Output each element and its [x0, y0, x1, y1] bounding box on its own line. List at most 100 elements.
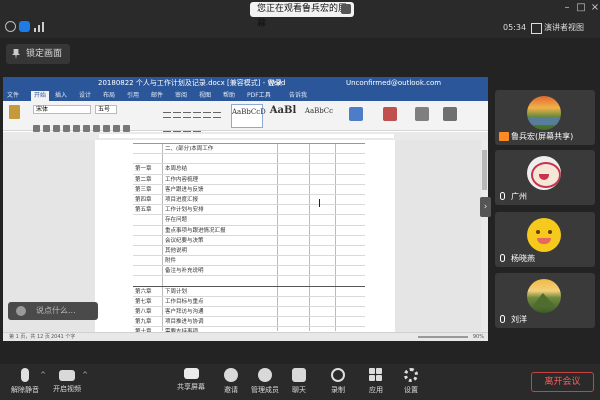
screen-share-badge[interactable]: 您正在观看鲁兵宏的屏幕 — [250, 2, 354, 29]
table-row[interactable]: 二、(部分)本周工作 — [133, 144, 365, 155]
table-row[interactable]: 第七章 工作目标与重点 — [133, 297, 365, 307]
word-title-bar: 20180822 个人与工作计划及记录.docx [兼容模式] - Word 登… — [3, 77, 488, 90]
shield-icon[interactable] — [19, 21, 30, 32]
bottom-toolbar: 解除静音 ^ 开启视频 ^ 共享屏幕 邀请 管理成员 聊天 录制 应用 设置 — [0, 364, 600, 400]
start-video-button[interactable]: 开启视频 ^ — [44, 368, 90, 398]
table-row[interactable]: 备注与补充说明 — [133, 266, 365, 277]
table-row[interactable] — [133, 276, 365, 287]
avatar — [527, 156, 561, 190]
participant-tile[interactable]: 刘洋 — [495, 273, 595, 328]
participant-name: 鲁兵宏(屏幕共享) — [511, 132, 574, 141]
word-tab[interactable]: 设计 — [79, 91, 91, 101]
table-row[interactable]: 第二章 工作内容梳理 — [133, 175, 365, 185]
style-heading2[interactable]: AaBbCc — [303, 104, 335, 128]
word-status-bar: 第 1 页，共 12 页 2041 个字 90% — [3, 332, 488, 341]
table-cell: 第四章 — [135, 196, 152, 203]
table-row[interactable]: 第三章 客户跟进与反馈 — [133, 185, 365, 195]
share-screen-icon — [183, 368, 199, 379]
mic-icon — [500, 192, 505, 200]
gear-icon — [404, 368, 418, 382]
paragraph-buttons[interactable] — [163, 105, 223, 137]
pin-view-button[interactable]: 锁定画面 — [6, 44, 71, 64]
signal-icon[interactable] — [34, 21, 46, 32]
collapse-sidebar-button[interactable]: › — [480, 197, 491, 217]
table-row[interactable]: 附件 — [133, 256, 365, 267]
table-row[interactable]: 重点事项与跟进情况汇报 — [133, 226, 365, 236]
word-ribbon: 宋体 五号 AaBbCcD AaBl AaBbCc — [3, 101, 488, 137]
word-tab[interactable]: 审阅 — [175, 91, 187, 101]
zoom-slider[interactable] — [418, 336, 468, 338]
word-scrollbar[interactable] — [481, 140, 488, 332]
table-cell: 备注与补充说明 — [165, 268, 204, 275]
table-cell: 第五章 — [135, 207, 152, 214]
table-row[interactable]: 第六章 下周计划 — [133, 287, 365, 297]
word-tab[interactable]: 插入 — [55, 91, 67, 101]
record-icon — [331, 368, 345, 382]
table-row[interactable] — [133, 154, 365, 165]
table-row[interactable]: 存在问题 — [133, 215, 365, 226]
format-buttons[interactable] — [33, 117, 143, 132]
participant-name: 广州 — [511, 192, 527, 201]
expand-icon[interactable] — [341, 4, 351, 14]
find-icon[interactable] — [349, 107, 363, 121]
chat-placeholder: 说点什么... — [36, 306, 76, 315]
unmute-button[interactable]: 解除静音 ^ — [2, 368, 48, 398]
emoji-icon[interactable] — [16, 306, 26, 316]
chevron-up-icon[interactable]: ^ — [82, 371, 88, 379]
word-tab[interactable]: PDF工具 — [247, 91, 271, 101]
word-tab[interactable]: 帮助 — [223, 91, 235, 101]
table-row[interactable]: 第四章 项目进度汇报 — [133, 195, 365, 206]
font-size-box[interactable]: 五号 — [95, 105, 117, 114]
word-tab[interactable]: 文件 — [7, 91, 19, 101]
word-ribbon-tabs: 文件 开始 插入 设计 布局 引用 邮件 审阅 视图 帮助 PDF工具 告诉我 — [3, 90, 488, 101]
edit-icon[interactable] — [415, 107, 429, 121]
table-row[interactable]: 第八章 客户拜访与沟通 — [133, 307, 365, 318]
table-cell: 第九章 — [135, 319, 152, 326]
table-cell: 项目进度汇报 — [165, 196, 199, 203]
table-cell: 客户拜访与沟通 — [165, 309, 204, 315]
word-account[interactable]: Unconfirmed@outlook.com — [346, 79, 441, 88]
pin-icon — [12, 49, 20, 59]
leave-meeting-button[interactable]: 离开会议 — [531, 372, 594, 392]
minimize-icon[interactable]: – — [560, 1, 574, 15]
word-tab[interactable]: 视图 — [199, 91, 211, 101]
style-normal[interactable]: AaBbCcD — [231, 104, 266, 128]
info-icon[interactable] — [5, 21, 16, 32]
maximize-icon[interactable]: □ — [574, 1, 588, 15]
word-tab[interactable]: 引用 — [127, 91, 139, 101]
text-cursor — [319, 199, 323, 207]
table-row[interactable]: 第九章 项目推进与协调 — [133, 317, 365, 328]
word-tab[interactable]: 布局 — [103, 91, 115, 101]
avatar — [527, 96, 561, 130]
participant-tile[interactable]: 鲁兵宏(屏幕共享) — [495, 90, 595, 145]
participant-tile[interactable]: 杨晓燕 — [495, 212, 595, 267]
pdf-icon[interactable] — [383, 107, 397, 121]
table-cell: 客户跟进与反馈 — [165, 186, 204, 193]
table-row[interactable]: 其他说明 — [133, 246, 365, 257]
word-tab[interactable]: 邮件 — [151, 91, 163, 101]
paste-icon[interactable] — [9, 105, 20, 119]
table-row[interactable]: 会议纪要与决策 — [133, 236, 365, 246]
font-name-box[interactable]: 宋体 — [33, 105, 91, 114]
word-page[interactable]: 二、(部分)本周工作 第一章 本周总结 第二章 工作内容梳理 第三章 客户跟进与反馈 第四章 项… — [95, 140, 395, 341]
table-cell: 第八章 — [135, 309, 152, 315]
table-row[interactable]: 第一章 本周总结 — [133, 164, 365, 175]
style-heading1[interactable]: AaBl — [267, 104, 299, 128]
close-icon[interactable]: × — [588, 1, 600, 15]
avatar — [527, 279, 561, 313]
word-login[interactable]: 登录 — [268, 79, 282, 88]
view-mode-button[interactable]: 演讲者视图 — [531, 22, 584, 34]
chat-input[interactable]: 说点什么... — [8, 302, 98, 320]
zoom-level: 90% — [472, 334, 484, 340]
participant-tile[interactable]: 广州 — [495, 150, 595, 205]
members-icon — [258, 368, 272, 382]
table-cell: 第六章 — [135, 288, 152, 295]
table-cell: 本周总结 — [165, 166, 188, 173]
word-tab[interactable]: 告诉我 — [289, 91, 307, 101]
table-row[interactable]: 第五章 工作计划与安排 — [133, 205, 365, 216]
invite-icon — [224, 368, 238, 382]
word-tab[interactable]: 开始 — [31, 91, 50, 101]
word-doc-title: 20180822 个人与工作计划及记录.docx [兼容模式] - Word — [98, 79, 286, 87]
save-icon[interactable] — [443, 107, 457, 121]
settings-button[interactable]: 设置 — [388, 368, 434, 398]
